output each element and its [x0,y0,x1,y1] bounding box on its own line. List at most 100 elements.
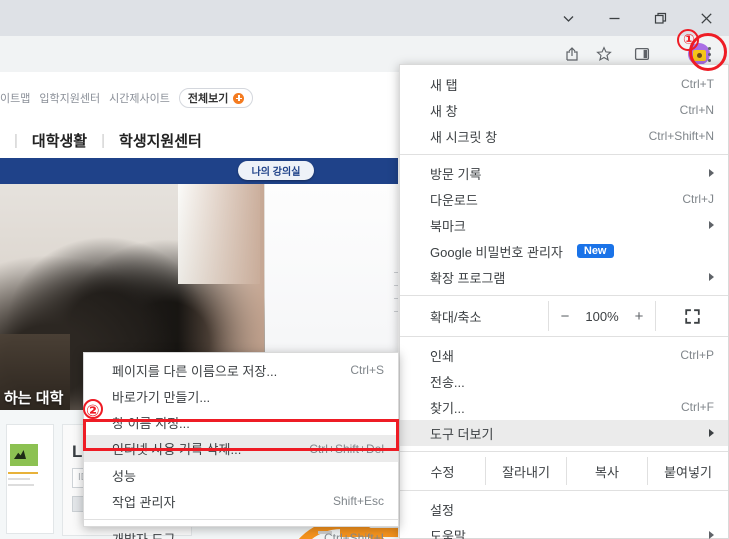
submenu-developer-tools-accel: Ctrl+Shift+I [323,531,384,539]
submenu-clear-browsing-data[interactable]: 인터넷 사용 기록 삭제... Ctrl+Shift+Del [84,435,398,462]
menu-find-label: 찾기... [430,400,465,416]
menu-new-tab[interactable]: 새 탭 Ctrl+T [400,71,728,97]
submenu-clear-browsing-data-label: 인터넷 사용 기록 삭제... [112,442,242,457]
site-blue-bar [0,158,398,184]
edit-label: 수정 [400,457,486,485]
menu-downloads-label: 다운로드 [430,192,478,208]
menu-new-incognito-window[interactable]: 새 시크릿 창 Ctrl+Shift+N [400,123,728,149]
new-badge: New [576,244,614,258]
menu-new-incognito-label: 새 시크릿 창 [430,129,498,145]
menu-more-tools[interactable]: 도구 더보기 [400,420,728,446]
zoom-label: 확대/축소 [430,309,482,325]
submenu-developer-tools-label: 개발자 도구 [112,531,176,539]
chevron-right-icon [709,273,714,281]
menu-password-manager[interactable]: Google 비밀번호 관리자 New [400,238,728,264]
menu-extensions-label: 확장 프로그램 [430,270,506,286]
annotation-marker-one: ① [683,32,695,48]
submenu-performance[interactable]: 성능 [84,462,398,488]
menu-separator-2 [400,295,728,296]
edit-paste-button[interactable]: 붙여넣기 [648,457,728,485]
menu-bookmarks-label: 북마크 [430,218,466,234]
menu-settings[interactable]: 설정 [400,496,728,522]
hero-indicator-ticks [394,272,398,332]
zoom-out-button[interactable]: − [561,308,570,325]
menu-print-accel: Ctrl+P [680,348,714,362]
promo-line-1 [8,472,38,474]
more-tools-submenu: 페이지를 다른 이름으로 저장... Ctrl+S 바로가기 만들기... 창 … [83,352,399,539]
menu-find-accel: Ctrl+F [681,400,714,414]
menu-settings-label: 설정 [430,502,454,518]
zoom-level-value: 100% [585,308,619,324]
submenu-separator-1 [84,519,398,520]
submenu-task-manager-label: 작업 관리자 [112,494,176,510]
submenu-task-manager[interactable]: 작업 관리자 Shift+Esc [84,488,398,514]
menu-password-manager-label: Google 비밀번호 관리자 [430,244,563,260]
all-view-label: 전체보기 [187,93,229,105]
browser-titlebar [0,0,729,36]
menu-downloads-accel: Ctrl+J [682,192,714,206]
menu-new-window-label: 새 창 [430,103,458,119]
annotation-marker-two: ② [86,401,100,420]
edit-copy-button[interactable]: 복사 [567,457,648,485]
menu-separator-1 [400,154,728,155]
util-nav-sitemap[interactable]: 이트맵 [0,90,30,106]
all-view-button[interactable]: 전체보기 [178,88,254,108]
plus-circle-icon [233,92,245,104]
submenu-name-window-label: 창 이름 지정... [112,415,190,431]
gnb-divider-2: | [101,131,106,149]
chevron-right-icon [709,429,714,437]
close-button[interactable] [683,0,729,36]
menu-new-window-accel: Ctrl+N [679,103,714,117]
submenu-save-page-as-label: 페이지를 다른 이름으로 저장... [112,363,278,379]
menu-print[interactable]: 인쇄 Ctrl+P [400,342,728,368]
menu-cast-label: 전송... [430,374,465,390]
submenu-save-page-as[interactable]: 페이지를 다른 이름으로 저장... Ctrl+S [84,357,398,383]
util-nav-admission[interactable]: 입학지원센터 [39,90,100,106]
submenu-create-shortcut[interactable]: 바로가기 만들기... [84,383,398,409]
gnb-item-student-support[interactable]: 학생지원센터 [119,130,202,151]
menu-cast[interactable]: 전송... [400,368,728,394]
menu-new-tab-accel: Ctrl+T [681,77,714,91]
zoom-row: 확대/축소 − 100% + [400,301,728,331]
zoom-in-button[interactable]: + [635,308,644,325]
chrome-main-menu: 새 탭 Ctrl+T 새 창 Ctrl+N 새 시크릿 창 Ctrl+Shift… [399,64,729,539]
chevron-right-icon [709,221,714,229]
submenu-create-shortcut-label: 바로가기 만들기... [112,389,211,405]
zoom-controls: − 100% + [548,301,656,331]
tab-search-chevron-icon[interactable] [545,0,591,36]
gnb-divider-1: | [14,131,18,149]
menu-new-window[interactable]: 새 창 Ctrl+N [400,97,728,123]
menu-find[interactable]: 찾기... Ctrl+F [400,394,728,420]
menu-history-label: 방문 기록 [430,166,482,182]
promo-line-2 [8,478,30,480]
submenu-developer-tools[interactable]: 개발자 도구 Ctrl+Shift+I [84,525,398,539]
minimize-button[interactable] [591,0,637,36]
menu-separator-3 [400,336,728,337]
menu-bookmarks[interactable]: 북마크 [400,212,728,238]
chevron-right-icon [709,169,714,177]
submenu-task-manager-accel: Shift+Esc [332,494,384,508]
submenu-name-window[interactable]: 창 이름 지정... [84,409,398,435]
fullscreen-button[interactable] [656,301,728,331]
restore-button[interactable] [637,0,683,36]
submenu-performance-label: 성능 [112,468,136,484]
gnb-item-campus-life[interactable]: 대학생활 [32,130,87,151]
promo-line-3 [8,484,34,486]
menu-downloads[interactable]: 다운로드 Ctrl+J [400,186,728,212]
menu-print-label: 인쇄 [430,348,454,364]
menu-new-incognito-accel: Ctrl+Shift+N [648,129,714,143]
menu-extensions[interactable]: 확장 프로그램 [400,264,728,290]
util-nav-parttime[interactable]: 시간제사이트 [109,90,170,106]
menu-more-tools-label: 도구 더보기 [430,426,494,442]
chrome-menu-kebab-icon[interactable] [699,44,719,64]
my-classroom-button[interactable]: 나의 강의실 [238,161,314,180]
edit-cut-button[interactable]: 잘라내기 [486,457,567,485]
menu-help[interactable]: 도움말 [400,522,728,539]
menu-separator-5 [400,490,728,491]
submenu-clear-browsing-data-accel: Ctrl+Shift+Del [309,441,384,456]
menu-history[interactable]: 방문 기록 [400,160,728,186]
menu-help-label: 도움말 [430,528,466,539]
promo-thumbnail-icon [10,444,38,466]
chevron-right-icon [709,531,714,539]
submenu-save-page-as-accel: Ctrl+S [350,363,384,377]
